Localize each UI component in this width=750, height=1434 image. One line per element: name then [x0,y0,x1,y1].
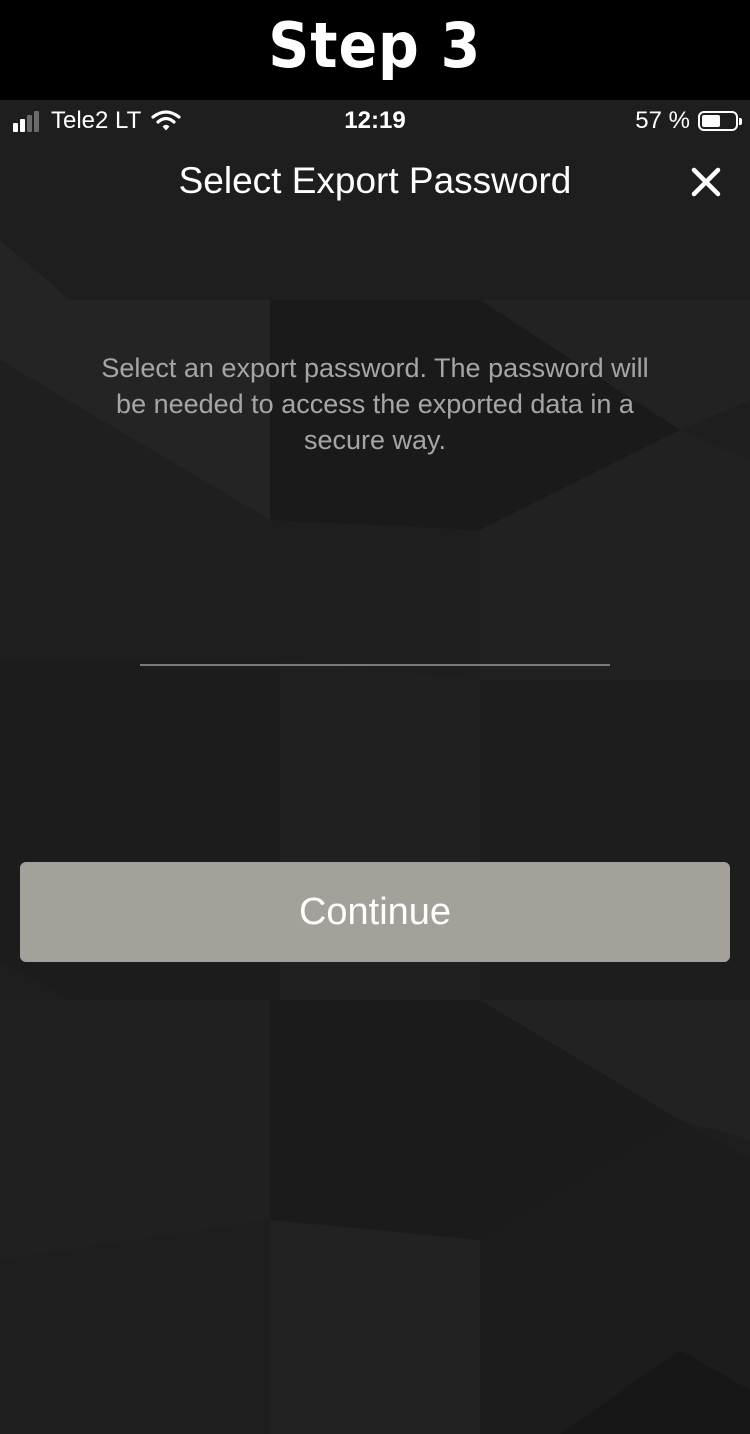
status-right-group: 57 % [635,107,742,135]
step-banner: Step 3 [0,0,750,100]
close-icon [691,167,721,197]
close-button[interactable] [688,164,724,200]
status-bar: Tele2 LT 12:19 57 % [0,100,750,142]
battery-icon [698,111,742,131]
battery-level-fill [702,115,720,127]
battery-percentage: 57 % [635,107,690,134]
step-banner-title: Step 3 [268,8,482,82]
background-pattern [0,240,750,1434]
battery-tip [739,118,742,125]
instruction-text: Select an export password. The password … [101,353,649,455]
continue-button[interactable]: Continue [20,862,730,962]
password-input[interactable] [140,620,610,666]
page-title: Select Export Password [178,160,572,201]
app-screen: Tele2 LT 12:19 57 % Select Export Passwo… [0,100,750,1434]
